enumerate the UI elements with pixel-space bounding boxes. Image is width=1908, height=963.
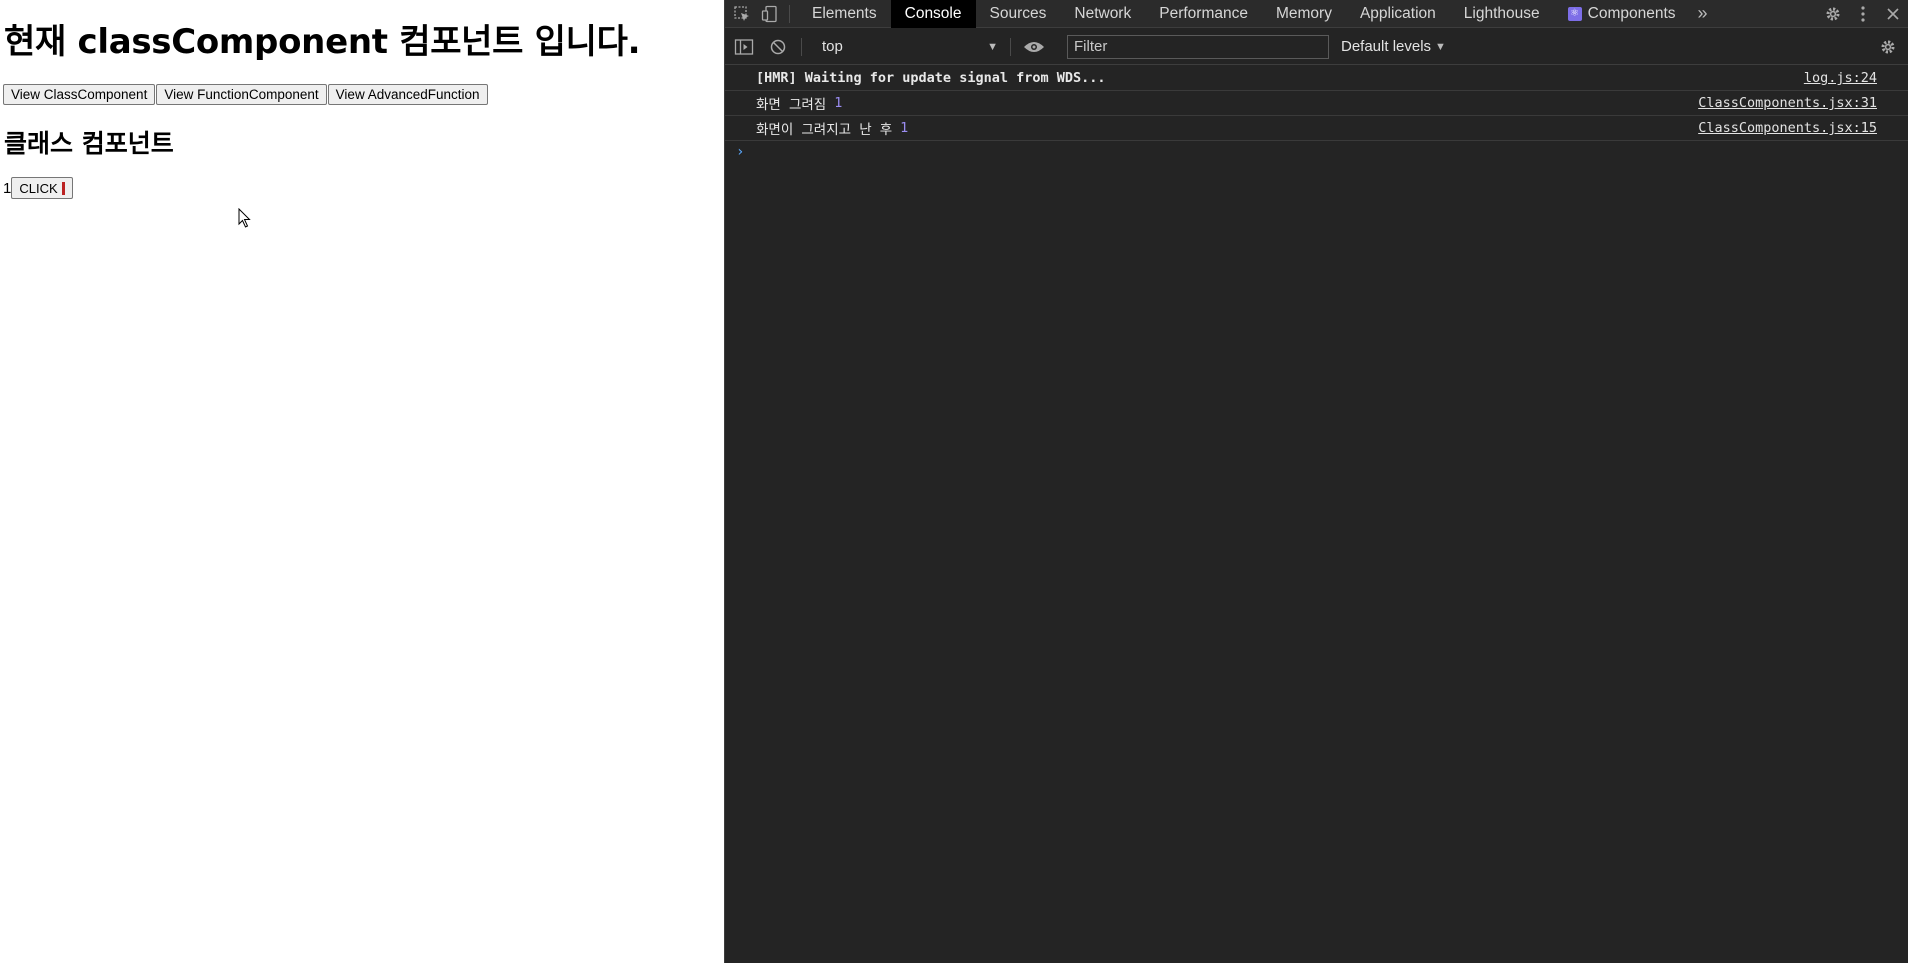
devtools-tabbar: Elements Console Sources Network Perform… bbox=[725, 0, 1908, 28]
tab-components-label: Components bbox=[1587, 4, 1676, 22]
tab-network[interactable]: Network bbox=[1060, 0, 1145, 28]
settings-gear-icon[interactable] bbox=[1818, 0, 1848, 28]
clear-console-icon[interactable] bbox=[763, 32, 793, 62]
toolbar-divider-2 bbox=[1010, 37, 1011, 56]
console-message: 화면이 그려지고 난 후1 ClassComponents.jsx:15 bbox=[725, 116, 1908, 141]
tab-elements[interactable]: Elements bbox=[798, 0, 891, 28]
app-page: 현재 classComponent 컴포넌트 입니다. View ClassCo… bbox=[0, 0, 724, 963]
console-message-text: 화면이 그려지고 난 후1 bbox=[756, 120, 909, 138]
devtools-window-controls bbox=[1818, 0, 1908, 28]
mouse-cursor-icon bbox=[238, 208, 251, 228]
click-button-label: CLICK bbox=[19, 180, 58, 196]
tab-components[interactable]: ⚛ Components bbox=[1554, 0, 1690, 28]
chevron-down-icon: ▼ bbox=[987, 40, 998, 53]
console-number-value: 1 bbox=[900, 120, 909, 136]
nav-buttons: View ClassComponent View FunctionCompone… bbox=[3, 84, 489, 105]
context-selector[interactable]: top ▼ bbox=[822, 35, 1002, 59]
console-number-value: 1 bbox=[834, 95, 843, 111]
click-button[interactable]: CLICK bbox=[11, 177, 73, 199]
react-icon: ⚛ bbox=[1567, 6, 1582, 21]
console-output: [HMR] Waiting for update signal from WDS… bbox=[725, 66, 1908, 163]
tab-memory[interactable]: Memory bbox=[1262, 0, 1346, 28]
console-settings-gear-icon[interactable] bbox=[1874, 33, 1902, 61]
context-value: top bbox=[822, 38, 843, 55]
counter-row: 1 CLICK bbox=[3, 177, 73, 199]
console-prompt[interactable]: › bbox=[725, 141, 1908, 163]
console-message-source-link[interactable]: log.js:24 bbox=[1804, 70, 1877, 86]
console-message-source-link[interactable]: ClassComponents.jsx:31 bbox=[1698, 95, 1877, 111]
prompt-chevron-icon: › bbox=[736, 144, 745, 160]
log-levels-dropdown[interactable]: Default levels ▼ bbox=[1341, 38, 1446, 55]
console-message: [HMR] Waiting for update signal from WDS… bbox=[725, 66, 1908, 91]
text-caret bbox=[61, 181, 65, 195]
tab-console[interactable]: Console bbox=[890, 0, 976, 28]
devtools-panel: Elements Console Sources Network Perform… bbox=[724, 0, 1908, 963]
more-tabs-icon[interactable]: » bbox=[1690, 0, 1716, 28]
filter-input[interactable] bbox=[1067, 34, 1329, 59]
log-levels-label: Default levels bbox=[1341, 38, 1432, 55]
console-message-source-link[interactable]: ClassComponents.jsx:15 bbox=[1698, 120, 1877, 136]
tab-sources[interactable]: Sources bbox=[976, 0, 1061, 28]
tabbar-divider bbox=[789, 4, 790, 23]
sidebar-toggle-icon[interactable] bbox=[729, 32, 759, 62]
eye-icon[interactable] bbox=[1019, 32, 1049, 62]
view-function-component-button[interactable]: View FunctionComponent bbox=[156, 84, 327, 105]
count-value: 1 bbox=[3, 179, 12, 197]
kebab-menu-icon[interactable] bbox=[1848, 0, 1878, 28]
page-heading: 현재 classComponent 컴포넌트 입니다. bbox=[4, 22, 641, 62]
view-class-component-button[interactable]: View ClassComponent bbox=[3, 84, 156, 105]
tab-lighthouse[interactable]: Lighthouse bbox=[1450, 0, 1554, 28]
console-message-text: [HMR] Waiting for update signal from WDS… bbox=[756, 70, 1106, 86]
inspect-element-icon[interactable] bbox=[731, 3, 753, 25]
toolbar-divider bbox=[801, 37, 802, 56]
console-message: 화면 그려짐 1 ClassComponents.jsx:31 bbox=[725, 91, 1908, 116]
chevron-down-icon: ▼ bbox=[1435, 40, 1446, 53]
tab-application[interactable]: Application bbox=[1346, 0, 1450, 28]
section-heading: 클래스 컴포넌트 bbox=[4, 129, 174, 158]
close-icon[interactable] bbox=[1878, 0, 1908, 28]
device-toolbar-icon[interactable] bbox=[759, 3, 781, 25]
tab-performance[interactable]: Performance bbox=[1145, 0, 1262, 28]
console-message-text: 화면 그려짐 1 bbox=[756, 95, 843, 113]
view-advanced-function-button[interactable]: View AdvancedFunction bbox=[327, 84, 488, 105]
console-toolbar: top ▼ Default levels ▼ bbox=[725, 29, 1908, 65]
